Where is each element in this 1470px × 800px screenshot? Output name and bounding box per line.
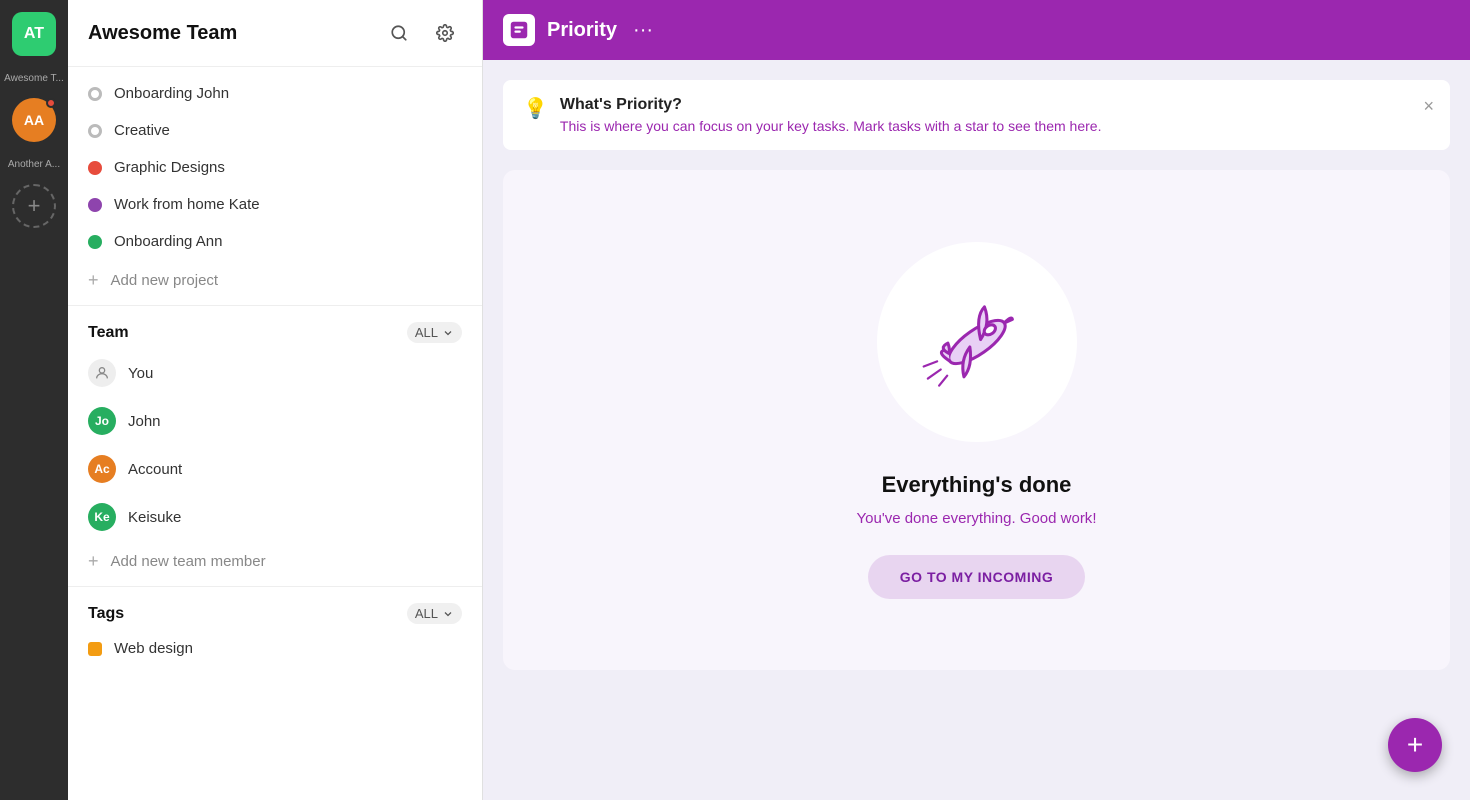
search-button[interactable] <box>382 16 416 50</box>
tags-all-button[interactable]: ALL <box>407 603 462 624</box>
project-dot-creative <box>88 124 102 138</box>
topbar-priority-icon <box>503 14 535 46</box>
empty-state: Everything's done You've done everything… <box>503 170 1450 670</box>
sidebar-project-list: Onboarding John Creative Graphic Designs… <box>68 67 482 800</box>
member-avatar-keisuke: Ke <box>88 503 116 531</box>
team-section-header: Team ALL <box>68 310 482 349</box>
topbar-title: Priority <box>547 19 617 42</box>
member-item-account[interactable]: Ac Account <box>68 445 482 493</box>
plane-illustration <box>877 242 1077 442</box>
chevron-down-icon <box>442 327 454 339</box>
tag-item-web-design[interactable]: Web design <box>68 630 482 667</box>
gear-icon <box>436 24 454 42</box>
member-avatar-you <box>88 359 116 387</box>
sidebar-action-icons <box>382 16 462 50</box>
sidebar-title: Awesome Team <box>88 22 237 45</box>
empty-state-description: You've done everything. Good work! <box>857 510 1097 527</box>
team-all-button[interactable]: ALL <box>407 322 462 343</box>
primary-workspace-label: Awesome T... <box>4 73 64 84</box>
fab-add-button[interactable]: + <box>1388 718 1442 772</box>
project-dot-graphic-designs <box>88 161 102 175</box>
content-area: 💡 What's Priority? This is where you can… <box>483 60 1470 800</box>
project-dot-onboarding-john <box>88 87 102 101</box>
info-banner-description: This is where you can focus on your key … <box>560 118 1102 134</box>
info-banner-close-button[interactable]: × <box>1423 96 1434 117</box>
info-banner-icon: 💡 <box>523 96 548 121</box>
info-banner: 💡 What's Priority? This is where you can… <box>503 80 1450 150</box>
secondary-workspace-label: Another A... <box>8 159 60 170</box>
sidebar-header: Awesome Team <box>68 0 482 67</box>
member-avatar-account: Ac <box>88 455 116 483</box>
plus-icon-team: + <box>88 551 99 572</box>
project-item-creative[interactable]: Creative <box>68 112 482 149</box>
secondary-workspace-avatar[interactable]: AA <box>12 98 56 142</box>
settings-button[interactable] <box>428 16 462 50</box>
more-options-button[interactable]: ··· <box>633 19 653 42</box>
sidebar: Awesome Team Onboarding John Creative Gr… <box>68 0 483 800</box>
plus-icon: + <box>88 270 99 291</box>
tags-section-header: Tags ALL <box>68 591 482 630</box>
tag-dot-web-design <box>88 642 102 656</box>
empty-state-title: Everything's done <box>882 472 1072 498</box>
member-item-keisuke[interactable]: Ke Keisuke <box>68 493 482 541</box>
project-dot-work-from-home-kate <box>88 198 102 212</box>
divider <box>68 305 482 306</box>
project-item-work-from-home-kate[interactable]: Work from home Kate <box>68 186 482 223</box>
info-banner-text: What's Priority? This is where you can f… <box>560 96 1102 134</box>
member-avatar-john: Jo <box>88 407 116 435</box>
search-icon <box>390 24 408 42</box>
info-banner-title: What's Priority? <box>560 96 1102 114</box>
member-item-you[interactable]: You <box>68 349 482 397</box>
member-item-john[interactable]: Jo John <box>68 397 482 445</box>
divider-2 <box>68 586 482 587</box>
add-project-button[interactable]: + Add new project <box>68 260 482 301</box>
topbar: Priority ··· <box>483 0 1470 60</box>
account-bar: AT Awesome T... AA Another A... + <box>0 0 68 800</box>
chevron-down-icon-tags <box>442 608 454 620</box>
go-to-incoming-button[interactable]: GO TO MY INCOMING <box>868 555 1085 599</box>
main-content: Priority ··· 💡 What's Priority? This is … <box>483 0 1470 800</box>
project-dot-onboarding-ann <box>88 235 102 249</box>
project-item-onboarding-john[interactable]: Onboarding John <box>68 75 482 112</box>
project-item-graphic-designs[interactable]: Graphic Designs <box>68 149 482 186</box>
notification-dot <box>46 98 56 108</box>
add-team-member-button[interactable]: + Add new team member <box>68 541 482 582</box>
project-item-onboarding-ann[interactable]: Onboarding Ann <box>68 223 482 260</box>
primary-workspace-avatar[interactable]: AT <box>12 12 56 56</box>
airplane-svg <box>907 272 1047 412</box>
add-workspace-button[interactable]: + <box>12 184 56 228</box>
